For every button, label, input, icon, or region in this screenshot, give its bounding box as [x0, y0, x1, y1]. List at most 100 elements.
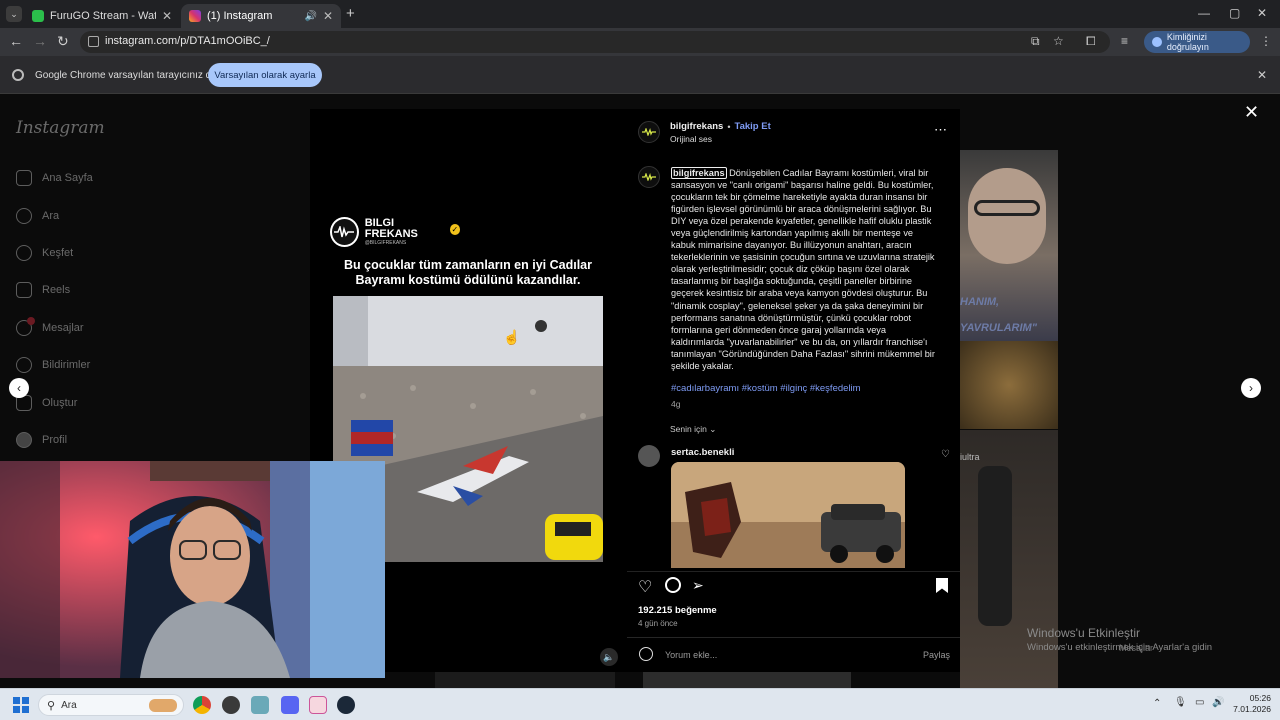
- default-browser-infobar: Google Chrome varsayılan tarayıcınız değ…: [0, 56, 1280, 94]
- compass-icon: [16, 245, 32, 261]
- chevron-down-icon: ⌄: [709, 424, 717, 434]
- like-comment-icon[interactable]: ♡: [941, 449, 950, 460]
- forward-icon[interactable]: →: [33, 33, 47, 49]
- close-tab-icon[interactable]: ✕: [323, 9, 333, 23]
- speaker-icon[interactable]: 🔊: [304, 11, 316, 22]
- sidebar-item-explore[interactable]: Keşfet: [16, 245, 73, 261]
- app-taskbar-icon[interactable]: [222, 696, 240, 714]
- network-icon[interactable]: ▭: [1195, 697, 1204, 708]
- sort-label: Senin için: [670, 424, 707, 434]
- follow-button[interactable]: Takip Et: [734, 121, 770, 132]
- site-info-icon[interactable]: [88, 36, 99, 47]
- post-caption: bilgifrekans Dönüşebilen Cadılar Bayramı…: [671, 167, 939, 372]
- caption-username[interactable]: bilgifrekans: [671, 167, 727, 179]
- media-control-icon[interactable]: ≡: [1121, 34, 1128, 48]
- author-avatar[interactable]: [638, 121, 660, 143]
- more-options-icon[interactable]: ⋯: [934, 122, 947, 138]
- steam-taskbar-icon[interactable]: [337, 696, 355, 714]
- sort-comments-dropdown[interactable]: Senin için ⌄: [670, 424, 716, 435]
- reload-icon[interactable]: ↻: [57, 33, 69, 50]
- sidebar-item-profile[interactable]: Profil: [16, 432, 67, 448]
- previous-post-icon[interactable]: ‹: [9, 378, 29, 398]
- microphone-icon[interactable]: 🎙: [1174, 697, 1187, 708]
- chrome-menu-icon[interactable]: ⋮: [1260, 34, 1272, 48]
- home-icon: [16, 170, 32, 186]
- app-taskbar-icon[interactable]: [309, 696, 327, 714]
- volume-icon[interactable]: 🔊: [1212, 697, 1224, 708]
- extensions-icon[interactable]: ⧠: [1086, 34, 1096, 49]
- sidebar-item-messages[interactable]: Mesajlar: [16, 317, 84, 336]
- sidebar-item-home[interactable]: Ana Sayfa: [16, 170, 93, 186]
- taskbar-search-label: Ara: [61, 699, 77, 711]
- minimize-icon[interactable]: —: [1198, 6, 1210, 20]
- tab-furugo[interactable]: FuruGO Stream - Watch Live o ✕: [24, 4, 180, 28]
- app-taskbar-icon[interactable]: [251, 696, 269, 714]
- messages-float-label[interactable]: Mesajlar: [1119, 643, 1153, 653]
- search-icon: ⚲: [47, 699, 56, 712]
- caption-age: 4g: [671, 399, 681, 409]
- tab-search-button[interactable]: ⌄: [6, 6, 22, 22]
- chrome-taskbar-icon[interactable]: [193, 696, 211, 714]
- sidebar-item-label: Mesajlar: [42, 322, 84, 334]
- tab-instagram[interactable]: (1) Instagram 🔊 ✕: [181, 4, 341, 28]
- sidebar-item-create[interactable]: Oluştur: [16, 395, 77, 411]
- brand-handle: @BILGIFREKANS: [364, 240, 407, 246]
- profile-label: Kimliğinizi doğrulayın: [1166, 32, 1209, 52]
- close-window-icon[interactable]: ✕: [1257, 6, 1267, 20]
- explore-tile[interactable]: [435, 672, 615, 688]
- comment-icon[interactable]: [665, 577, 681, 593]
- comment-gif[interactable]: [671, 462, 905, 568]
- windows-start-icon[interactable]: [13, 697, 29, 713]
- tray-chevron-icon[interactable]: ⌃: [1153, 698, 1161, 709]
- instagram-favicon-icon: [189, 10, 201, 22]
- profile-button[interactable]: Kimliğinizi doğrulayın: [1144, 31, 1250, 53]
- explore-tile[interactable]: HANIM, YAVRULARIM": [960, 150, 1058, 342]
- sidebar-item-label: Ana Sayfa: [42, 172, 93, 184]
- like-icon[interactable]: ♡: [638, 577, 652, 597]
- notification-badge: [27, 317, 35, 325]
- sidebar-item-search[interactable]: Ara: [16, 208, 59, 224]
- infobar-close-icon[interactable]: ✕: [1257, 68, 1267, 82]
- post-hashtags[interactable]: #cadılarbayramı #kostüm #ilginç #keşfede…: [671, 383, 861, 394]
- browser-toolbar: ← → ↻ instagram.com/p/DTA1mOOiBC_/ ⧉ ☆ ⧠…: [0, 28, 1280, 56]
- comment-input[interactable]: Yorum ekle...: [665, 650, 717, 660]
- caption-avatar[interactable]: [638, 166, 660, 188]
- system-clock[interactable]: 05:26 7.01.2026: [1233, 693, 1271, 715]
- infobar-message: Google Chrome varsayılan tarayıcınız değ…: [35, 70, 227, 81]
- discord-taskbar-icon[interactable]: [281, 696, 299, 714]
- close-tab-icon[interactable]: ✕: [162, 9, 172, 23]
- maximize-icon[interactable]: ▢: [1229, 6, 1240, 20]
- author-username[interactable]: bilgifrekans: [670, 121, 723, 132]
- sidebar-item-notifications[interactable]: Bildirimler: [16, 357, 90, 373]
- commenter-avatar[interactable]: [638, 445, 660, 467]
- sidebar-item-label: Keşfet: [42, 247, 74, 259]
- post-comment-button[interactable]: Paylaş: [923, 650, 950, 660]
- post-date: 4 gün önce: [638, 619, 678, 628]
- bookmark-star-icon[interactable]: ☆: [1053, 34, 1064, 48]
- emoji-icon[interactable]: [639, 647, 653, 661]
- address-bar[interactable]: instagram.com/p/DTA1mOOiBC_/: [80, 31, 1110, 53]
- explore-tile[interactable]: [960, 341, 1058, 429]
- likes-count[interactable]: 192.215 beğenme: [638, 605, 717, 616]
- install-app-icon[interactable]: ⧉: [1031, 34, 1040, 49]
- explore-tile[interactable]: [643, 672, 851, 688]
- audio-label[interactable]: Orijinal ses: [670, 134, 712, 144]
- close-modal-icon[interactable]: ✕: [1244, 102, 1259, 123]
- set-default-button[interactable]: Varsayılan olarak ayarla: [208, 63, 322, 87]
- next-post-icon[interactable]: ›: [1241, 378, 1261, 398]
- back-icon[interactable]: ←: [9, 33, 23, 49]
- instagram-logo[interactable]: Instagram: [16, 118, 105, 138]
- tab-title: (1) Instagram: [207, 10, 273, 22]
- share-icon[interactable]: ➢: [692, 577, 704, 594]
- search-icon: [16, 208, 32, 224]
- tile-text: iultra: [960, 452, 980, 462]
- sidebar-item-reels[interactable]: Reels: [16, 282, 70, 298]
- new-tab-button[interactable]: +: [346, 5, 355, 22]
- furugo-favicon-icon: [32, 10, 44, 22]
- taskbar-search[interactable]: ⚲ Ara: [38, 694, 184, 716]
- volume-icon[interactable]: 🔈: [600, 648, 618, 666]
- commenter-username[interactable]: sertac.benekli: [671, 447, 734, 458]
- tab-strip: ⌄ FuruGO Stream - Watch Live o ✕ (1) Ins…: [0, 0, 1280, 28]
- post-header: bilgifrekans • Takip Et: [670, 121, 771, 132]
- messenger-icon: [16, 317, 35, 336]
